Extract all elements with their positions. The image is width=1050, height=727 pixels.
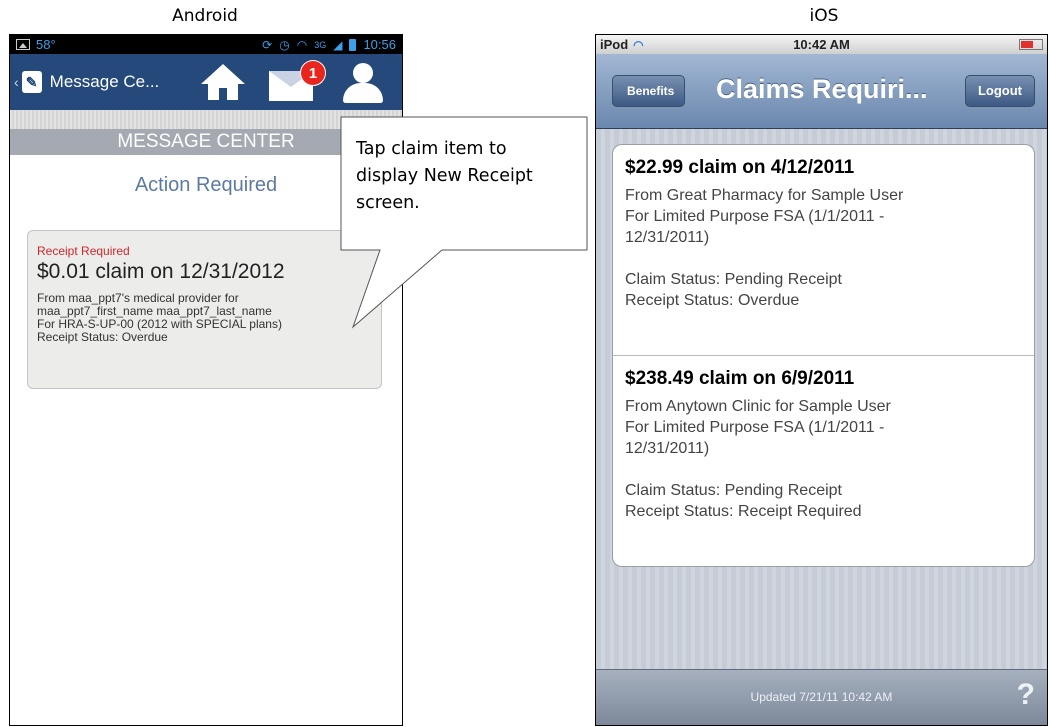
claim-detail-line: 12/31/2011) — [625, 440, 710, 457]
claim-amount: $22.99 claim on 4/12/2011 — [625, 157, 855, 178]
claim-detail-line: 12/31/2011) — [625, 229, 710, 246]
receipt-status-line: Receipt Status: Overdue — [37, 330, 168, 344]
benefits-back-button[interactable]: Benefits — [612, 75, 686, 107]
network-type: 3G — [314, 39, 327, 50]
help-button[interactable]: ? — [1017, 678, 1035, 712]
receipt-status-line: Receipt Status: Receipt Required — [625, 503, 862, 520]
header-strip — [10, 110, 402, 129]
claim-amount: $238.49 claim on 6/9/2011 — [625, 368, 855, 389]
ios-label: iOS — [809, 6, 839, 26]
android-label: Android — [172, 6, 238, 26]
status-time: 10:56 — [363, 37, 396, 52]
gallery-icon — [16, 39, 30, 50]
claim-detail-line: From Anytown Clinic for Sample User — [625, 398, 891, 415]
nav-title: Claims Requiri... — [716, 74, 928, 104]
action-required-heading: Action Required — [134, 174, 278, 196]
action-bar-title[interactable]: Message Ce... — [50, 72, 160, 92]
callout-line: screen. — [356, 193, 420, 213]
ios-content-area: $22.99 claim on 4/12/2011 From Great Pha… — [596, 129, 1047, 669]
alarm-icon: ◷ — [279, 37, 290, 52]
android-status-bar: 58° ⟳ ◷ ◠ 3G ◢ 10:56 — [10, 35, 402, 54]
battery-icon — [1019, 39, 1043, 50]
callout-line: display New Receipt — [356, 166, 533, 186]
status-time: 10:42 AM — [793, 37, 850, 52]
callout-line: Tap claim item to — [356, 139, 507, 159]
claim-amount: $0.01 claim on 12/31/2012 — [37, 260, 285, 283]
callout-text: Tap claim item to display New Receipt sc… — [356, 136, 582, 217]
logout-button[interactable]: Logout — [965, 75, 1035, 107]
updated-timestamp: Updated 7/21/11 10:42 AM — [750, 690, 893, 704]
claim-status-line: Claim Status: Pending Receipt — [625, 271, 842, 288]
receipt-status-line: Receipt Status: Overdue — [625, 292, 800, 309]
claim-status-line: Claim Status: Pending Receipt — [625, 482, 842, 499]
claims-table: $22.99 claim on 4/12/2011 From Great Pha… — [612, 144, 1035, 567]
home-icon[interactable] — [201, 64, 245, 106]
ios-screen: iPod ◠ 10:42 AM Benefits Claims Requiri.… — [595, 34, 1048, 726]
android-screen: 58° ⟳ ◷ ◠ 3G ◢ 10:56 ‹ ✎ Message Ce... 1… — [9, 34, 403, 726]
sync-icon: ⟳ — [262, 37, 273, 52]
signal-icon: ◢ — [333, 37, 343, 52]
back-chevron-icon[interactable]: ‹ — [14, 74, 19, 90]
ios-status-bar: iPod ◠ 10:42 AM — [596, 35, 1047, 54]
user-profile-icon[interactable] — [341, 63, 385, 105]
ios-bottom-toolbar: Updated 7/21/11 10:42 AM ? — [596, 669, 1047, 725]
claim-detail-line: For Limited Purpose FSA (1/1/2011 - — [625, 419, 885, 436]
battery-icon — [349, 38, 357, 51]
claim-cell[interactable]: $22.99 claim on 4/12/2011 From Great Pha… — [613, 145, 1034, 355]
app-logo-icon[interactable]: ✎ — [21, 71, 42, 93]
claim-item-card[interactable]: Receipt Required $0.01 claim on 12/31/20… — [27, 230, 382, 389]
message-count-badge: 1 — [300, 60, 326, 86]
message-center-header: MESSAGE CENTER — [10, 129, 402, 155]
claim-detail-line: From Great Pharmacy for Sample User — [625, 187, 904, 204]
ios-navigation-bar: Benefits Claims Requiri... Logout — [596, 54, 1047, 129]
claim-cell[interactable]: $238.49 claim on 6/9/2011 From Anytown C… — [613, 355, 1034, 565]
temperature-text: 58° — [36, 37, 56, 52]
claim-detail-line: For Limited Purpose FSA (1/1/2011 - — [625, 208, 885, 225]
wifi-icon: ◠ — [296, 37, 308, 52]
receipt-required-tag: Receipt Required — [37, 244, 130, 258]
